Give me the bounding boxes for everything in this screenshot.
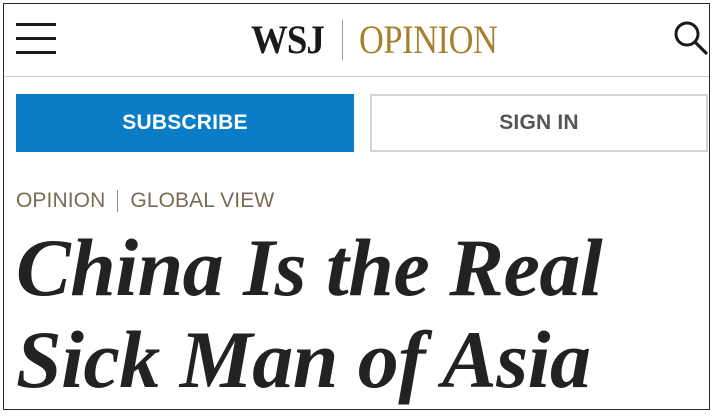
- section-link-global-view[interactable]: GLOBAL VIEW: [130, 189, 274, 213]
- hamburger-menu-icon[interactable]: [16, 23, 56, 55]
- wsj-logo-text: WSJ: [251, 17, 325, 62]
- breadcrumb-divider: [117, 190, 119, 212]
- menu-bar: [16, 23, 56, 26]
- sign-in-button[interactable]: SIGN IN: [370, 94, 708, 152]
- section-link-opinion[interactable]: OPINION: [16, 189, 105, 213]
- subscribe-button[interactable]: SUBSCRIBE: [16, 94, 354, 152]
- opinion-logo-text: OPINION: [359, 17, 498, 62]
- article-headline: China Is the Real Sick Man of Asia: [16, 222, 706, 406]
- menu-bar: [16, 51, 56, 54]
- article-section-breadcrumb: OPINION GLOBAL VIEW: [16, 188, 274, 214]
- headline-line-2: Sick Man of Asia: [16, 314, 591, 405]
- menu-bar: [16, 37, 56, 40]
- site-logo[interactable]: WSJ OPINION: [251, 16, 520, 64]
- headline-line-1: China Is the Real: [16, 222, 603, 313]
- page-frame: WSJ OPINION SUBSCRIBE SIGN IN OPINION GL…: [3, 3, 710, 410]
- search-icon[interactable]: [673, 20, 709, 56]
- logo-divider: [342, 20, 344, 60]
- site-header: WSJ OPINION: [4, 4, 709, 77]
